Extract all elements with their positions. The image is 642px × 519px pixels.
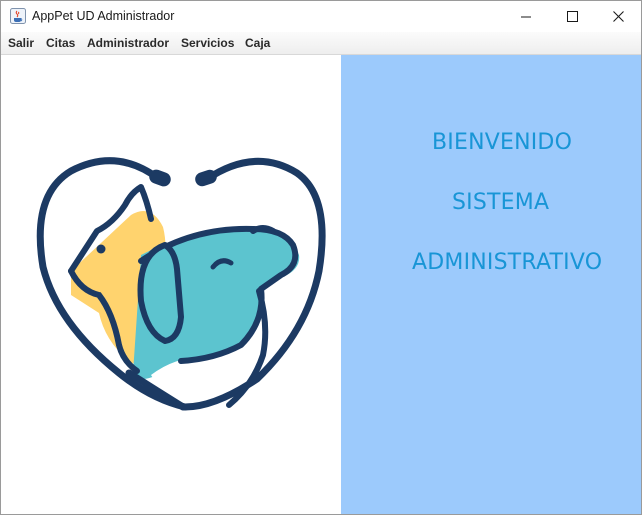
maximize-button[interactable] xyxy=(549,1,595,32)
menu-servicios[interactable]: Servicios xyxy=(181,36,234,50)
menu-salir[interactable]: Salir xyxy=(8,36,34,50)
menu-bar: Salir Citas Administrador Servicios Caja xyxy=(1,32,641,55)
title-bar[interactable]: AppPet UD Administrador xyxy=(1,1,641,32)
welcome-panel: BIENVENIDO SISTEMA ADMINISTRATIVO xyxy=(341,55,641,514)
minimize-button[interactable] xyxy=(503,1,549,32)
logo-panel xyxy=(1,55,341,514)
welcome-line-3: ADMINISTRATIVO xyxy=(412,250,603,275)
close-button[interactable] xyxy=(595,1,641,32)
dog-ear xyxy=(137,242,184,344)
menu-administrador[interactable]: Administrador xyxy=(87,36,169,50)
java-coffee-icon xyxy=(10,8,26,24)
window-title: AppPet UD Administrador xyxy=(32,9,175,23)
close-icon xyxy=(612,11,624,22)
welcome-line-2: SISTEMA xyxy=(452,190,550,215)
app-window: AppPet UD Administrador Salir Citas Admi… xyxy=(0,0,642,515)
menu-citas[interactable]: Citas xyxy=(46,36,75,50)
minimize-icon xyxy=(521,16,531,17)
pet-heart-logo xyxy=(36,157,326,411)
cat-eye xyxy=(96,244,106,254)
menu-caja[interactable]: Caja xyxy=(245,36,270,50)
welcome-line-1: BIENVENIDO xyxy=(432,130,573,155)
maximize-icon xyxy=(566,11,578,22)
